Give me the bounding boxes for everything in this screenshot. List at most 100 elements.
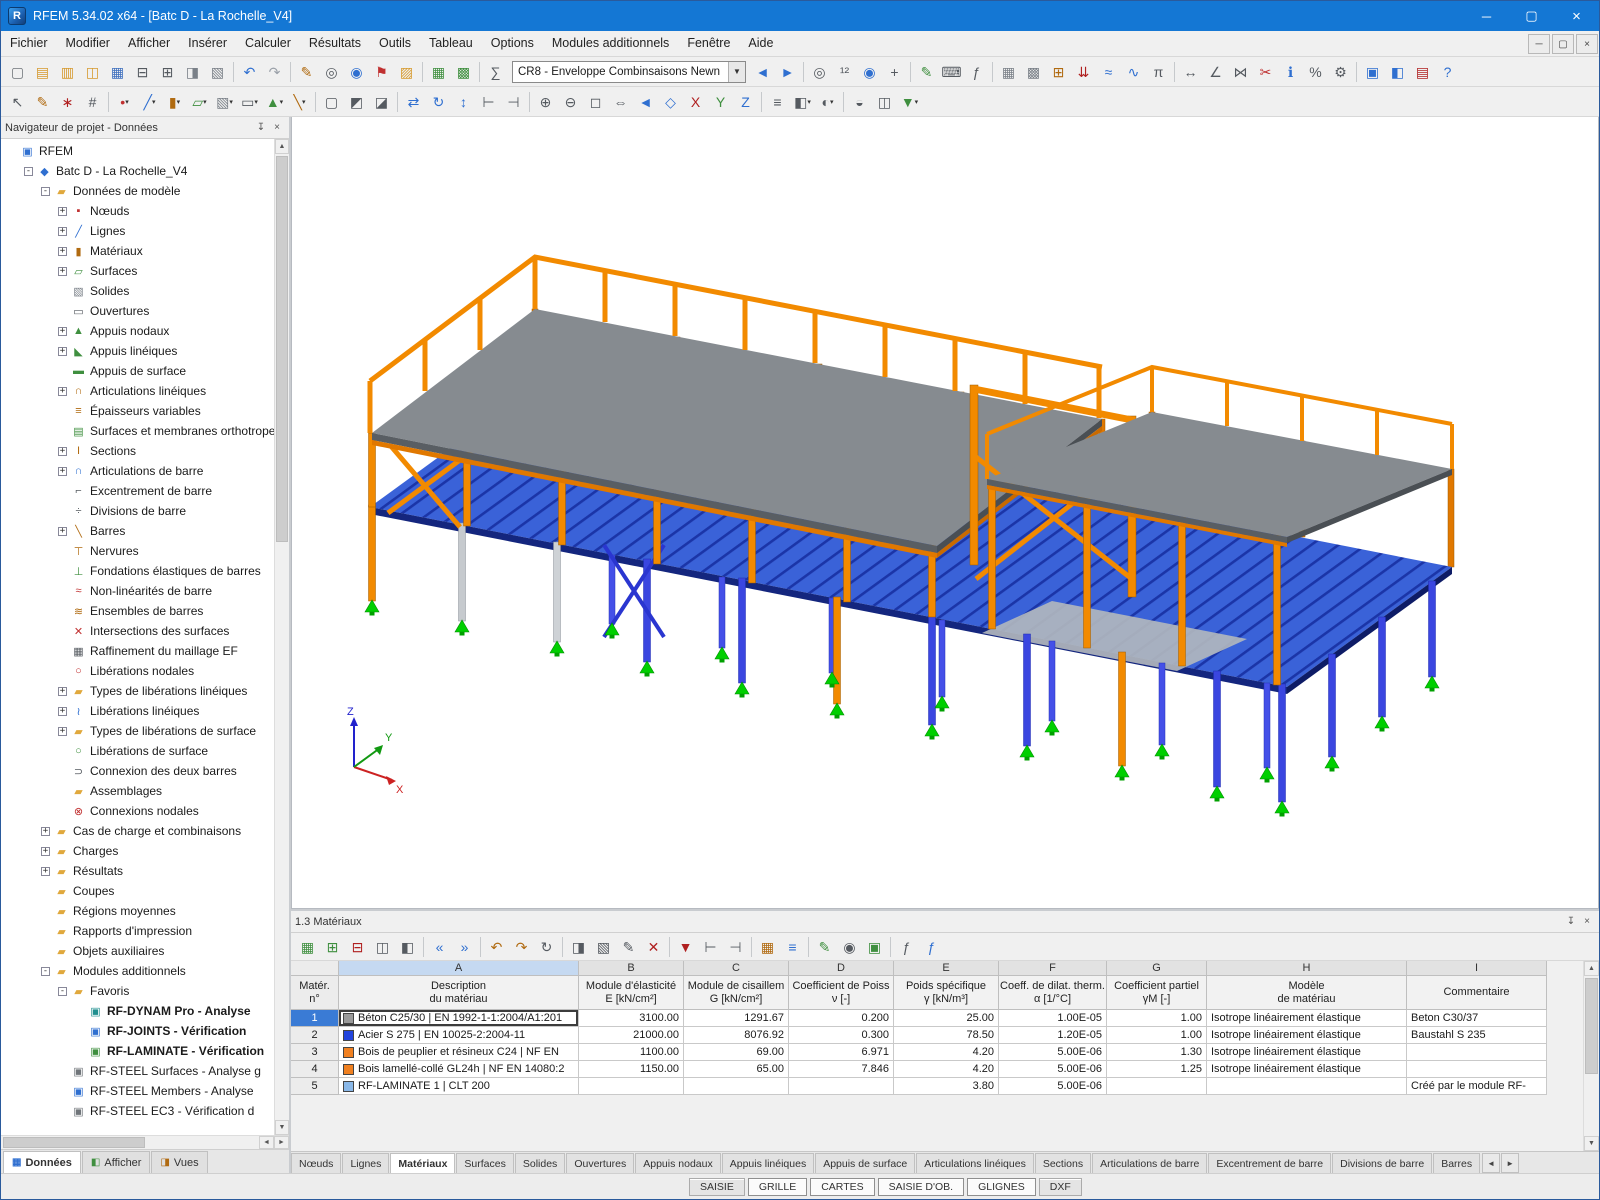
dropdown-arrow-icon[interactable]: ▾ (254, 98, 258, 106)
background-options-icon[interactable]: ▼▾ (897, 90, 922, 114)
tree-item-intersections-des-surfaces[interactable]: ✕Intersections des surfaces (1, 621, 289, 641)
menu-item-fichier[interactable]: Fichier (1, 31, 57, 56)
tree-item-fondations-elastiques-de-barres[interactable]: ⊥Fondations élastiques de barres (1, 561, 289, 581)
material-description-cell[interactable]: Acier S 275 | EN 10025-2:2004-11 (339, 1027, 579, 1044)
value-cell[interactable]: 65.00 (684, 1061, 789, 1078)
snap-settings-icon[interactable]: ∗ (55, 90, 80, 114)
load-case-combobox[interactable]: CR8 - Enveloppe Combinsaisons Newn ▼ (512, 61, 746, 83)
mdi-close-icon[interactable]: × (1576, 34, 1598, 54)
tree-item-appuis-nodaux[interactable]: +▲Appuis nodaux (1, 321, 289, 341)
dropdown-arrow-icon[interactable]: ▾ (177, 98, 181, 106)
dropdown-arrow-icon[interactable]: ▾ (280, 98, 284, 106)
excel-export-icon[interactable]: ▣ (862, 935, 887, 959)
expander-plus-icon[interactable]: + (58, 387, 67, 396)
value-cell[interactable]: 5.00E-06 (999, 1044, 1107, 1061)
expander-plus-icon[interactable]: + (58, 707, 67, 716)
new-support-icon[interactable]: ▲▾ (262, 90, 287, 114)
tree-item-resultats[interactable]: +▰Résultats (1, 861, 289, 881)
table-tab-surfaces[interactable]: Surfaces (456, 1153, 513, 1173)
expander-plus-icon[interactable]: + (41, 827, 50, 836)
column-letter-b[interactable]: B (579, 961, 684, 976)
save-all-icon[interactable]: ◫ (80, 60, 105, 84)
value-cell[interactable]: 5.00E-06 (999, 1061, 1107, 1078)
new-folder-icon[interactable]: ▨ (394, 60, 419, 84)
insert-row-icon[interactable]: ⊞ (320, 935, 345, 959)
tree-item-types-de-liberations-lineiques[interactable]: +▰Types de libérations linéiques (1, 681, 289, 701)
select-pointer-icon[interactable]: ↖ (5, 90, 30, 114)
select-all-icon[interactable]: ▢ (319, 90, 344, 114)
open-file-icon[interactable]: ▤ (30, 60, 55, 84)
table-tab-articulations-lineiques[interactable]: Articulations linéiques (916, 1153, 1034, 1173)
paste-cell-icon[interactable]: ▧ (591, 935, 616, 959)
tree-item-nervures[interactable]: ⊤Nervures (1, 541, 289, 561)
expander-minus-icon[interactable]: - (41, 187, 50, 196)
tree-item-articulations-lineiques[interactable]: +∩Articulations linéiques (1, 381, 289, 401)
results-display-icon[interactable]: ≈ (1096, 60, 1121, 84)
tree-item-connexions-nodales[interactable]: ⊗Connexions nodales (1, 801, 289, 821)
table-tab-materiaux[interactable]: Matériaux (390, 1153, 455, 1173)
tree-item-rf-steel-members-analyse[interactable]: ▣RF-STEEL Members - Analyse (1, 1081, 289, 1101)
render-mode-icon[interactable]: ◧▾ (790, 90, 815, 114)
expander-plus-icon[interactable]: + (58, 327, 67, 336)
column-letter-c[interactable]: C (684, 961, 789, 976)
material-model-cell[interactable]: Isotrope linéairement élastique (1207, 1044, 1407, 1061)
view-y-icon[interactable]: Y (708, 90, 733, 114)
dropdown-arrow-icon[interactable]: ▾ (302, 98, 306, 106)
numbering-icon[interactable]: ¹² (832, 60, 857, 84)
new-material-icon[interactable]: ▮▾ (162, 90, 187, 114)
material-description-cell[interactable]: Bois de peuplier et résineux C24 | NF EN (339, 1044, 579, 1061)
tree-horizontal-scrollbar[interactable]: ◄ ► (1, 1135, 289, 1149)
tree-item-assemblages[interactable]: ▰Assemblages (1, 781, 289, 801)
value-cell[interactable]: 1291.67 (684, 1010, 789, 1027)
menu-item-inserer[interactable]: Insérer (179, 31, 236, 56)
function-fx-icon[interactable]: ƒ (919, 935, 944, 959)
expander-plus-icon[interactable]: + (41, 867, 50, 876)
close-button[interactable]: × (1554, 1, 1599, 31)
values-display-icon[interactable]: π (1146, 60, 1171, 84)
paste-icon[interactable]: ▧ (205, 60, 230, 84)
column-header-coeff-de-dilat-therm[interactable]: Coeff. de dilat. therm.α [1/°C] (999, 976, 1107, 1010)
settings-gear-icon[interactable]: ⚙ (1328, 60, 1353, 84)
value-cell[interactable]: 3100.00 (579, 1010, 684, 1027)
save-icon[interactable]: ▦ (105, 60, 130, 84)
expander-plus-icon[interactable]: + (58, 267, 67, 276)
deselect-icon[interactable]: ◪ (369, 90, 394, 114)
value-cell[interactable]: 0.200 (789, 1010, 894, 1027)
project-manager-icon[interactable]: ▥ (55, 60, 80, 84)
tree-item-barres[interactable]: +╲Barres (1, 521, 289, 541)
coordinate-systems-icon[interactable]: + (882, 60, 907, 84)
row-number-cell[interactable]: 4 (291, 1061, 339, 1078)
scroll-up-icon[interactable]: ▲ (275, 139, 289, 154)
comment-cell[interactable]: Beton C30/37 (1407, 1010, 1547, 1027)
table-tab-appuis-lineiques[interactable]: Appuis linéiques (722, 1153, 814, 1173)
menu-item-options[interactable]: Options (482, 31, 543, 56)
select-special-icon[interactable]: ◩ (344, 90, 369, 114)
tree-item-modules-additionnels[interactable]: -▰Modules additionnels (1, 961, 289, 981)
mirror-icon[interactable]: ⋈ (1228, 60, 1253, 84)
menu-item-fenetre[interactable]: Fenêtre (678, 31, 739, 56)
edit-mode-icon[interactable]: ✎ (30, 90, 55, 114)
zoom-all-icon[interactable]: ◻ (583, 90, 608, 114)
expander-plus-icon[interactable]: + (58, 247, 67, 256)
tree-item-divisions-de-barre[interactable]: ÷Divisions de barre (1, 501, 289, 521)
row-number-cell[interactable]: 2 (291, 1027, 339, 1044)
tree-item-materiaux[interactable]: +▮Matériaux (1, 241, 289, 261)
tree-scroll-track[interactable] (275, 154, 289, 1120)
tree-item-donnees-de-modele[interactable]: -▰Données de modèle (1, 181, 289, 201)
tree-item-rfem[interactable]: ▣RFEM (1, 141, 289, 161)
load-case-flag-icon[interactable]: ⚑ (369, 60, 394, 84)
zoom-window-icon[interactable]: ◎ (319, 60, 344, 84)
column-header-coefficient-partiel[interactable]: Coefficient partielγM [-] (1107, 976, 1207, 1010)
column-letter-d[interactable]: D (789, 961, 894, 976)
zoom-in-icon[interactable]: ⊕ (533, 90, 558, 114)
combo-dropdown-icon[interactable]: ▼ (728, 62, 745, 82)
tree-item-raffinement-du-maillage-ef[interactable]: ▦Raffinement du maillage EF (1, 641, 289, 661)
insert-column-icon[interactable]: ⊢ (698, 935, 723, 959)
value-cell[interactable]: 4.20 (894, 1061, 999, 1078)
table-vertical-scrollbar[interactable]: ▲ ▼ (1583, 961, 1599, 1151)
keyboard-input-icon[interactable]: ⌨ (939, 60, 964, 84)
value-cell[interactable]: 21000.00 (579, 1027, 684, 1044)
display-properties-icon[interactable]: ≡ (765, 90, 790, 114)
tree-scroll-thumb[interactable] (276, 156, 288, 542)
jump-first-icon[interactable]: « (427, 935, 452, 959)
